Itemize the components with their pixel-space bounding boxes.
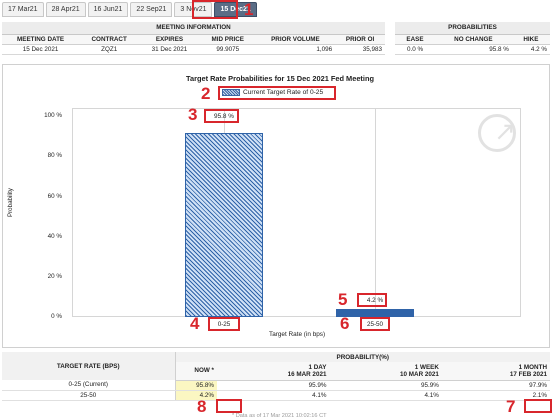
1-week-column-header: 1 WEEK 10 MAR 2021: [329, 362, 442, 381]
column-header: MEETING DATE: [2, 34, 80, 45]
annotation-box-1: [192, 0, 238, 19]
column-header: EASE: [395, 34, 435, 45]
annotation-box-5: [357, 293, 387, 307]
mid-price-value: 99.9075: [199, 44, 256, 55]
prior-volume-value: 1,096: [255, 44, 336, 55]
y-axis-label: Probability: [7, 188, 14, 217]
now-value-cell: 95.8%: [175, 380, 217, 391]
target-rate-cell: 25-50: [2, 390, 176, 401]
tab-16-jun21[interactable]: 16 Jun21: [87, 2, 129, 17]
contract-value: ZQZ1: [79, 44, 140, 55]
y-tick-label: 0 %: [51, 313, 62, 320]
bar-0-25: [185, 133, 263, 317]
tab-22-sep21[interactable]: 22 Sep21: [130, 2, 173, 17]
no-change-value: 95.8 %: [434, 44, 512, 55]
data-timestamp-note: * Data as of 17 Mar 2021 10:02:16 CT: [232, 413, 327, 419]
annotation-number-7: 7: [506, 397, 516, 416]
annotation-number-6: 6: [340, 314, 350, 333]
1-week-value-cell: 4.1%: [329, 390, 442, 401]
ease-value: 0.0 %: [395, 44, 435, 55]
y-tick-label: 40 %: [47, 233, 62, 240]
expires-value: 31 Dec 2021: [139, 44, 200, 55]
target-rate-header: TARGET RATE (BPS): [2, 352, 176, 380]
1-day-column-header: 1 DAY 16 MAR 2021: [217, 362, 330, 381]
annotation-box-8: [216, 399, 242, 413]
meeting-date-value: 15 Dec 2021: [2, 44, 80, 55]
1-week-value-cell: 95.9%: [329, 380, 442, 391]
chart-title: Target Rate Probabilities for 15 Dec 202…: [186, 74, 374, 83]
1-day-value-cell: 95.9%: [217, 380, 330, 391]
y-tick-label: 80 %: [47, 152, 62, 159]
column-header-line: NOW *: [194, 367, 214, 375]
annotation-box-3: [204, 109, 239, 123]
prior-oi-value: 35,983: [335, 44, 385, 55]
1-month-column-header: 1 MONTH 17 FEB 2021: [441, 362, 550, 381]
annotation-box-4: [208, 317, 240, 331]
column-header: MID PRICE: [199, 34, 256, 45]
target-rate-cell: 0-25 (Current): [2, 380, 176, 391]
tab-28-apr21[interactable]: 28 Apr21: [45, 2, 86, 17]
column-header-line: 1 MONTH: [518, 363, 547, 371]
annotation-number-2: 2: [201, 84, 211, 103]
meeting-information-table: MEETING INFORMATION MEETING DATE CONTRAC…: [2, 22, 385, 55]
y-tick-label: 60 %: [47, 193, 62, 200]
annotation-number-4: 4: [190, 314, 200, 333]
annotation-number-5: 5: [338, 290, 348, 309]
column-header: HIKE: [511, 34, 550, 45]
annotation-number-1: 1: [244, 0, 254, 19]
annotation-number-8: 8: [197, 397, 207, 416]
probabilities-table: PROBABILITIES EASE NO CHANGE HIKE 0.0 % …: [395, 22, 550, 55]
plot-area: [72, 108, 521, 317]
annotation-box-7: [524, 399, 552, 413]
table-row: 0-25 (Current) 95.8% 95.9% 95.9% 97.9%: [2, 380, 550, 391]
now-column-header: NOW *: [175, 362, 217, 381]
arrow-watermark-icon: ↗: [494, 116, 516, 146]
column-header: CONTRACT: [79, 34, 140, 45]
annotation-number-3: 3: [188, 105, 198, 124]
gridline: [375, 108, 376, 317]
meeting-information-header: MEETING INFORMATION: [2, 22, 385, 35]
column-header-line: 1 DAY: [308, 363, 327, 371]
tab-17-mar21[interactable]: 17 Mar21: [2, 2, 44, 17]
now-value-cell: 4.2%: [175, 390, 217, 401]
x-axis-label: Target Rate (in bps): [269, 331, 326, 338]
column-header: PRIOR VOLUME: [255, 34, 336, 45]
hike-value: 4.2 %: [511, 44, 550, 55]
column-header: PRIOR OI: [335, 34, 385, 45]
table-row: 25-50 4.2% 4.1% 4.1% 2.1%: [2, 390, 550, 401]
probability-header: PROBABILITY(%): [175, 352, 550, 362]
column-header-date: 10 MAR 2021: [400, 370, 439, 378]
column-header-date: 16 MAR 2021: [287, 370, 327, 378]
annotation-box-2: [218, 86, 336, 100]
1-month-value-cell: 97.9%: [441, 380, 550, 391]
y-tick-label: 20 %: [47, 273, 62, 280]
column-header-line: 1 WEEK: [414, 363, 439, 371]
column-header: NO CHANGE: [434, 34, 512, 45]
probability-history-table: TARGET RATE (BPS) PROBABILITY(%) NOW * 1…: [2, 352, 550, 401]
column-header-date: 17 FEB 2021: [509, 370, 547, 378]
annotation-box-6: [360, 317, 390, 331]
column-header: EXPIRES: [139, 34, 200, 45]
y-tick-label: 100 %: [44, 112, 62, 119]
probabilities-header: PROBABILITIES: [395, 22, 550, 35]
